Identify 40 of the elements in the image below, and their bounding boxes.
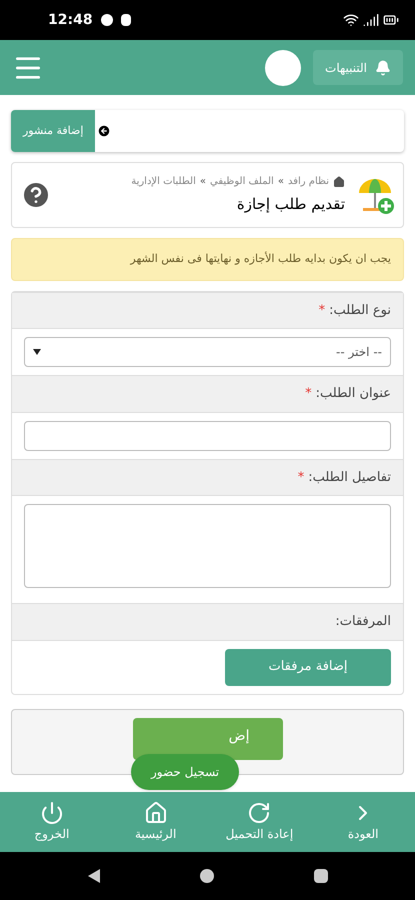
breadcrumb-link[interactable]: نظام رافد <box>288 174 329 190</box>
input-field[interactable] <box>24 420 391 450</box>
submit-button[interactable]: إض <box>132 718 282 760</box>
notification-icon <box>100 14 113 26</box>
reload-icon <box>247 801 272 825</box>
field-label: تفاصيل الطلب: <box>308 468 391 486</box>
recents-icon[interactable] <box>314 869 328 883</box>
clock: 12:48 <box>48 10 93 30</box>
notifications-button[interactable]: التنبيهات <box>313 50 403 85</box>
field-label: المرفقات: <box>335 613 391 631</box>
field-label: عنوان الطلب: <box>316 385 391 403</box>
breadcrumb-link[interactable]: الملف الوظيفي <box>210 174 274 190</box>
sd-card-icon <box>120 14 131 26</box>
breadcrumb-link[interactable]: الطلبات الإدارية <box>131 174 196 190</box>
nav-button[interactable]: الخروج <box>6 801 97 843</box>
attendance-floating-button[interactable]: تسجيل حضور <box>131 754 240 790</box>
separator-icon: » <box>278 174 284 190</box>
page-title: تقديم طلب إجازة <box>236 194 345 216</box>
wifi-icon <box>343 12 359 28</box>
required-mark: * <box>298 468 304 486</box>
select-field[interactable]: -- اختر -- <box>24 337 391 367</box>
nav-button[interactable]: العودة <box>318 801 408 843</box>
alert-banner: يجب ان يكون بدايه طلب الأجازه و نهايتها فى نفس الشهر <box>11 238 404 280</box>
bell-icon <box>375 60 391 76</box>
nav-button[interactable]: إعادة التحميل <box>214 801 304 843</box>
power-icon <box>40 801 64 825</box>
dropdown-arrow-icon <box>33 349 41 355</box>
avatar[interactable] <box>265 50 302 86</box>
add-post-button[interactable]: إضافة منشور <box>11 110 96 152</box>
add-attachments-button[interactable]: إضافة مرفقات <box>225 648 391 686</box>
back-icon[interactable] <box>88 869 100 883</box>
field-label: نوع الطلب: <box>329 302 391 320</box>
home-button-icon[interactable] <box>200 869 214 883</box>
required-mark: * <box>318 302 326 320</box>
home-icon <box>144 801 168 825</box>
signal-icon <box>363 12 379 28</box>
nav-button[interactable]: الرئيسية <box>110 801 201 843</box>
home-icon <box>333 176 345 188</box>
separator-icon: » <box>200 174 206 190</box>
required-mark: * <box>305 385 312 403</box>
